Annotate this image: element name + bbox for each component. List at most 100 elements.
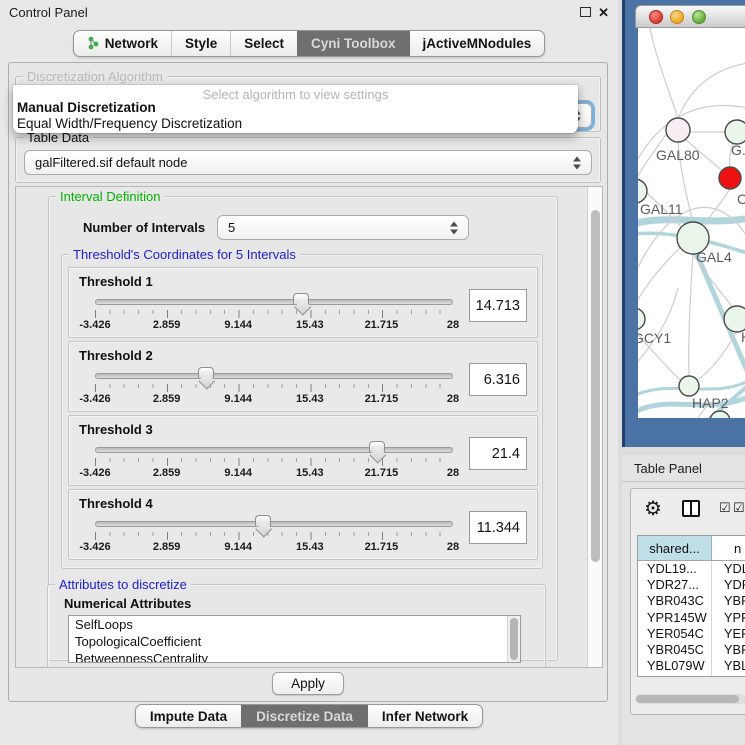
attribute-list-item[interactable]: TopologicalCoefficient (69, 633, 520, 650)
table-hscrollbar-thumb[interactable] (636, 695, 739, 703)
scale-tick-label: 2.859 (153, 467, 181, 479)
tab-cyni-toolbox[interactable]: Cyni Toolbox (297, 31, 409, 56)
table-cell: YBR045C (638, 642, 712, 658)
tab-style[interactable]: Style (171, 31, 230, 56)
close-icon[interactable]: ✕ (598, 6, 609, 19)
threshold-value-field[interactable]: 21.4 (469, 437, 527, 470)
threshold-slider-thumb[interactable] (198, 367, 214, 378)
checkbox-icon[interactable]: ☑ (719, 500, 731, 516)
table-cell: YPR145W (638, 610, 712, 626)
threshold-value-field[interactable]: 6.316 (469, 363, 527, 396)
threshold-label: Threshold 2 (79, 348, 153, 363)
main-scrollbar[interactable] (587, 187, 602, 667)
scale-tick-label: -3.426 (79, 393, 110, 405)
dropdown-option-manual[interactable]: Manual Discretization (13, 100, 578, 116)
threshold-slider[interactable] (95, 521, 453, 527)
column-header-name[interactable]: n (712, 536, 745, 560)
tab-select[interactable]: Select (230, 31, 297, 56)
table-row[interactable]: YDR27...YDR2 (638, 577, 745, 593)
network-node-label: G. (731, 142, 745, 158)
attribute-list-item[interactable]: BetweennessCentrality (69, 650, 520, 663)
panel-title: Control Panel (9, 5, 88, 20)
threshold-value-field[interactable]: 14.713 (469, 289, 527, 322)
scale-tick-label: 9.144 (224, 393, 252, 405)
list-scrollbar-thumb[interactable] (510, 618, 518, 660)
threshold-slider[interactable] (95, 447, 453, 453)
threshold-slider-thumb[interactable] (293, 293, 309, 304)
threshold-value-field[interactable]: 11.344 (469, 511, 527, 544)
close-traffic-light-icon[interactable] (649, 10, 663, 24)
dropdown-option-equal-width[interactable]: Equal Width/Frequency Discretization (13, 116, 578, 132)
network-node[interactable] (666, 118, 690, 142)
network-node[interactable] (725, 120, 745, 144)
table-row[interactable]: YBL079WYBL0 (638, 658, 745, 674)
main-scrollbar-thumb[interactable] (591, 210, 600, 562)
table-data-combobox[interactable]: galFiltered.sif default node (24, 150, 592, 175)
scale-tick-label: 9.144 (224, 467, 252, 479)
tab-infer-network[interactable]: Infer Network (367, 705, 482, 727)
float-window-icon[interactable] (580, 7, 591, 17)
tab-discretize-data[interactable]: Discretize Data (241, 705, 367, 727)
group-attributes: Attributes to discretize Numerical Attri… (47, 584, 546, 668)
cyni-toolbox-panel: Discretization Algorithm Table Data galF… (8, 62, 608, 702)
scale-tick-label: 21.715 (365, 319, 399, 331)
table-cell: YER054C (638, 626, 712, 642)
threshold-panel: Threshold 3-3.4262.8599.14415.4321.71528… (68, 415, 538, 486)
table-row[interactable]: YER054CYER0 (638, 626, 745, 642)
slider-ticks (95, 458, 454, 466)
gear-icon[interactable]: ⚙ (644, 496, 662, 521)
table-panel-box: ⚙ ☑ ☑ shared... n YDL19...YDL1YDR27...YD… (630, 488, 745, 715)
numerical-attributes-list[interactable]: SelfLoopsTopologicalCoefficientBetweenne… (68, 615, 521, 663)
table-row[interactable]: YDL19...YDL1 (638, 561, 745, 577)
attribute-list-item[interactable]: SelfLoops (69, 616, 520, 633)
checkbox-icon[interactable]: ☑ (733, 500, 745, 516)
scale-tick-label: -3.426 (79, 467, 110, 479)
list-scrollbar[interactable] (507, 616, 520, 662)
table-row[interactable]: YPR145WYPR1 (638, 610, 745, 626)
table-row[interactable]: YBR043CYBR0 (638, 593, 745, 609)
node-table[interactable]: shared... n YDL19...YDL1YDR27...YDR2YBR0… (637, 535, 745, 677)
group-title-thresholds: Threshold's Coordinates for 5 Intervals (69, 247, 300, 262)
table-panel-titlebar: Table Panel (622, 455, 745, 482)
network-node[interactable] (679, 376, 699, 396)
network-icon (87, 36, 100, 51)
table-hscrollbar[interactable] (635, 694, 745, 704)
slider-scale-labels: -3.4262.8599.14415.4321.71528 (95, 393, 453, 406)
scale-tick-label: 15.43 (296, 393, 324, 405)
network-node[interactable] (638, 179, 647, 203)
split-columns-icon[interactable] (682, 500, 700, 517)
network-canvas[interactable]: GAL80G.CGAL11GAL4GCY1HHAP2 (638, 28, 745, 418)
column-header-shared[interactable]: shared... (638, 536, 712, 560)
combo-arrows-icon (573, 156, 582, 169)
network-node[interactable] (719, 167, 741, 189)
control-panel: Control Panel ✕ Network Style Select Cyn… (0, 0, 618, 745)
zoom-traffic-light-icon[interactable] (692, 10, 706, 24)
table-row[interactable]: YBR045CYBR0 (638, 642, 745, 658)
apply-button[interactable]: Apply (272, 672, 344, 695)
top-tabbar: Network Style Select Cyni Toolbox jActiv… (0, 30, 618, 57)
group-title-interval-definition: Interval Definition (56, 189, 164, 204)
network-node-label: C (737, 191, 745, 207)
table-row[interactable]: YLR345WYLR3 (638, 674, 745, 677)
network-node[interactable] (638, 308, 645, 330)
tab-network[interactable]: Network (74, 31, 171, 56)
network-window[interactable]: GAL80G.CGAL11GAL4GCY1HHAP2 (622, 0, 745, 447)
group-table-data: Table Data galFiltered.sif default node (15, 137, 601, 183)
threshold-slider-thumb[interactable] (369, 441, 385, 452)
minimize-traffic-light-icon[interactable] (670, 10, 684, 24)
tab-impute-data[interactable]: Impute Data (136, 705, 241, 727)
table-cell: YDR27... (638, 577, 712, 593)
threshold-slider[interactable] (95, 299, 453, 305)
network-node[interactable] (710, 411, 730, 418)
threshold-slider[interactable] (95, 373, 453, 379)
table-cell: YBR043C (638, 593, 712, 609)
tab-jactivemnodules[interactable]: jActiveMNodules (409, 31, 545, 56)
slider-ticks (95, 310, 454, 318)
threshold-slider-thumb[interactable] (255, 515, 271, 526)
number-of-intervals-spinner[interactable]: 5 (217, 215, 469, 240)
table-cell: YPR1 (712, 610, 745, 626)
threshold-label: Threshold 1 (79, 274, 153, 289)
slider-ticks (95, 384, 454, 392)
network-window-titlebar[interactable] (635, 5, 745, 28)
slider-scale-labels: -3.4262.8599.14415.4321.71528 (95, 467, 453, 480)
